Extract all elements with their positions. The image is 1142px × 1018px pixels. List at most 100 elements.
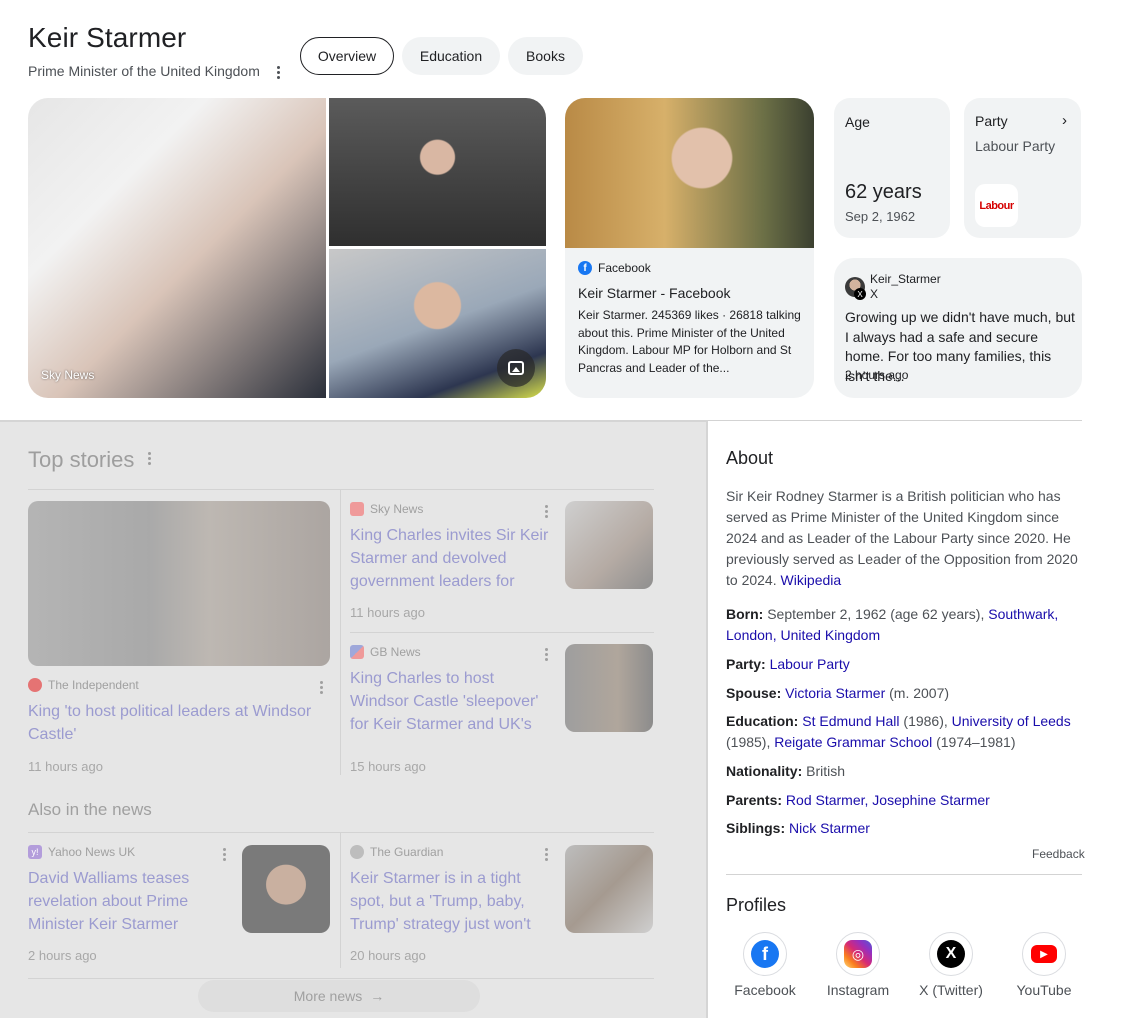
tab-books[interactable]: Books	[508, 37, 583, 75]
profile-instagram[interactable]: ◎ Instagram	[820, 932, 896, 998]
main-story-image[interactable]	[28, 501, 330, 666]
more-images-button[interactable]	[497, 349, 535, 387]
labour-party-link[interactable]: Labour Party	[770, 656, 850, 672]
entity-subtitle: Prime Minister of the United Kingdom	[28, 63, 284, 79]
facebook-card[interactable]: f Facebook Keir Starmer - Facebook Keir …	[565, 98, 814, 398]
nick-starmer-link[interactable]: Nick Starmer	[789, 820, 870, 836]
fact-party: Party: Labour Party	[726, 654, 1082, 675]
feedback-link[interactable]: Feedback	[1032, 847, 1085, 861]
facebook-title[interactable]: Keir Starmer - Facebook	[578, 285, 731, 301]
main-photo[interactable]	[28, 98, 326, 398]
labour-logo: Labour	[975, 184, 1018, 227]
side-story-1-headline[interactable]: King Charles invites Sir Keir Starmer an…	[350, 524, 552, 593]
main-story-headline[interactable]: King 'to host political leaders at Winds…	[28, 700, 323, 746]
more-news-button[interactable]: More news →	[198, 980, 480, 1012]
more-news-label: More news	[293, 988, 363, 1004]
photo-credit: Sky News	[41, 368, 95, 382]
age-card[interactable]: Age 62 years Sep 2, 1962	[834, 98, 950, 238]
side-story-2-thumb[interactable]	[565, 644, 653, 732]
also-story-1-source: y! Yahoo News UK	[28, 845, 135, 859]
divider	[708, 420, 1082, 421]
josephine-starmer-link[interactable]: Josephine Starmer	[872, 792, 990, 808]
x-icon: X	[937, 940, 965, 968]
edu-year-3: (1974–1981)	[936, 734, 1016, 750]
party-fact-label: Party:	[726, 656, 766, 672]
side-story-1-source-label: Sky News	[370, 502, 424, 516]
arrow-right-icon: →	[370, 988, 385, 1004]
fact-nationality: Nationality: British	[726, 761, 1082, 782]
profile-instagram-label: Instagram	[826, 982, 890, 998]
university-of-leeds-link[interactable]: University of Leeds	[952, 713, 1071, 729]
side-story-2-source-label: GB News	[370, 645, 421, 659]
youtube-icon: ▶	[1031, 945, 1057, 963]
united-kingdom-link[interactable]: United Kingdom	[781, 627, 881, 643]
profile-youtube[interactable]: ▶ YouTube	[1006, 932, 1082, 998]
facebook-source-label: Facebook	[598, 261, 651, 275]
fact-education: Education: St Edmund Hall (1986), Univer…	[726, 711, 1082, 753]
the-independent-icon	[28, 678, 42, 692]
tab-education[interactable]: Education	[402, 37, 500, 75]
side-story-1-source: Sky News	[350, 502, 423, 516]
side-story-1-time: 11 hours ago	[350, 605, 425, 620]
also-story-2-headline[interactable]: Keir Starmer is in a tight spot, but a '…	[350, 867, 555, 936]
profile-youtube-label: YouTube	[1016, 982, 1072, 998]
photo-top-right[interactable]	[329, 98, 546, 246]
reigate-grammar-link[interactable]: Reigate Grammar School	[774, 734, 932, 750]
side-story-1-options-icon[interactable]	[541, 505, 551, 518]
also-story-1-thumb[interactable]	[242, 845, 330, 933]
instagram-icon: ◎	[844, 940, 872, 968]
tab-overview[interactable]: Overview	[300, 37, 394, 75]
party-card[interactable]: Party › Labour Party Labour	[964, 98, 1081, 238]
main-story-source-label: The Independent	[48, 678, 139, 692]
divider-vertical	[340, 489, 341, 775]
london-link[interactable]: London,	[726, 627, 777, 643]
education-label: Education:	[726, 713, 799, 729]
subtitle-text: Prime Minister of the United Kingdom	[28, 63, 260, 79]
edu-year-1: (1986),	[903, 713, 948, 729]
facebook-icon: f	[578, 261, 592, 275]
fact-spouse: Spouse: Victoria Starmer (m. 2007)	[726, 683, 1082, 704]
rod-starmer-link[interactable]: Rod Starmer,	[786, 792, 868, 808]
profile-x[interactable]: X X (Twitter)	[913, 932, 989, 998]
also-story-2-thumb[interactable]	[565, 845, 653, 933]
main-story-options-icon[interactable]	[316, 681, 326, 694]
nationality-label: Nationality:	[726, 763, 803, 779]
gb-news-icon	[350, 645, 364, 659]
facebook-snippet: Keir Starmer. 245369 likes · 26818 talki…	[578, 308, 801, 375]
also-story-1-options-icon[interactable]	[219, 848, 229, 861]
wikipedia-link[interactable]: Wikipedia	[781, 572, 842, 588]
born-value: September 2, 1962 (age 62 years),	[767, 606, 985, 622]
southwark-link[interactable]: Southwark,	[988, 606, 1058, 622]
side-story-2-headline[interactable]: King Charles to host Windsor Castle 'sle…	[350, 667, 552, 736]
more-options-icon[interactable]	[274, 65, 284, 79]
top-stories-options-icon[interactable]	[144, 452, 154, 465]
spouse-extra: (m. 2007)	[889, 685, 950, 701]
divider	[28, 978, 654, 979]
also-story-2-options-icon[interactable]	[541, 848, 551, 861]
also-story-2-source: The Guardian	[350, 845, 443, 859]
also-story-2-time: 20 hours ago	[350, 948, 426, 963]
st-edmund-hall-link[interactable]: St Edmund Hall	[802, 713, 899, 729]
also-story-2-source-label: The Guardian	[370, 845, 444, 859]
x-icon: X	[854, 288, 866, 300]
fact-parents: Parents: Rod Starmer, Josephine Starmer	[726, 790, 1082, 811]
fact-siblings: Siblings: Nick Starmer	[726, 818, 1082, 839]
facebook-icon: f	[751, 940, 779, 968]
x-network: X	[870, 287, 879, 301]
side-story-2-options-icon[interactable]	[541, 648, 551, 661]
main-story-source: The Independent	[28, 678, 139, 692]
age-value: 62 years	[845, 181, 922, 203]
x-post-card[interactable]: X Keir_Starmer X Growing up we didn't ha…	[834, 258, 1082, 398]
chevron-right-icon: ›	[1062, 112, 1067, 129]
profile-facebook[interactable]: f Facebook	[727, 932, 803, 998]
victoria-starmer-link[interactable]: Victoria Starmer	[785, 685, 885, 701]
parents-label: Parents:	[726, 792, 783, 808]
also-story-1-headline[interactable]: David Walliams teases revelation about P…	[28, 867, 228, 936]
profiles-title: Profiles	[726, 895, 787, 915]
x-post-time: 2 hours ago	[845, 368, 909, 382]
fact-born: Born: September 2, 1962 (age 62 years), …	[726, 604, 1082, 646]
divider-vertical	[340, 832, 341, 968]
main-story-time: 11 hours ago	[28, 759, 103, 774]
divider	[28, 832, 654, 833]
side-story-1-thumb[interactable]	[565, 501, 653, 589]
